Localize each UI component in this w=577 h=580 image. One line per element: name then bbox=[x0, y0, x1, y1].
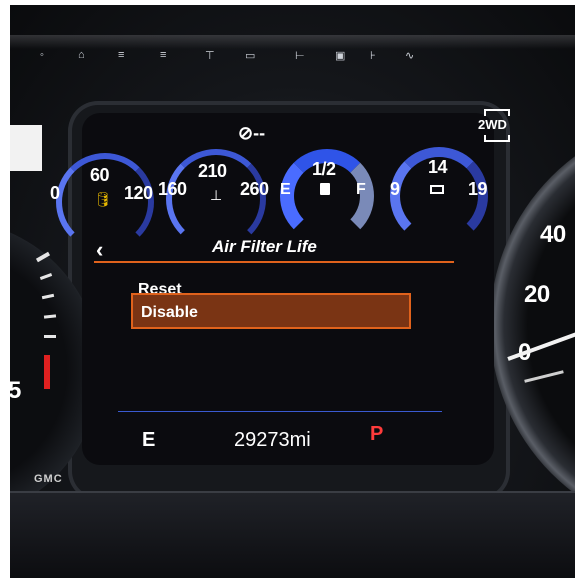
speed-limit-icon: ⊘ bbox=[238, 123, 254, 143]
telltale-strip: ◦ ⌂ ≡ ≡ ⊤ ▭ ⊢ ▣ ⊦ ∿ bbox=[40, 49, 470, 65]
gauge-high-label: 260 bbox=[240, 179, 269, 199]
gauge-low-label: E bbox=[280, 181, 291, 198]
oil-pressure-gauge: 60 0 120 🛢 bbox=[50, 151, 160, 251]
fuel-pump-icon bbox=[320, 183, 330, 195]
gmc-logo: GMC bbox=[34, 473, 63, 485]
glare-patch bbox=[10, 125, 42, 171]
gauge-low-label: 0 bbox=[50, 183, 60, 203]
menu-title: Air Filter Life bbox=[212, 237, 317, 256]
battery-icon bbox=[430, 185, 444, 194]
telltale-icon: ≡ bbox=[160, 49, 167, 61]
gauge-mid-label: 210 bbox=[198, 161, 227, 181]
gauge-mid-label: 1/2 bbox=[312, 159, 336, 179]
speedo-label-20: 20 bbox=[524, 281, 550, 308]
telltale-icon: ◦ bbox=[40, 49, 44, 61]
telltale-icon: ∿ bbox=[405, 50, 415, 62]
telltale-icon: ⊢ bbox=[295, 50, 305, 62]
speedo-label-40: 40 bbox=[540, 221, 566, 248]
gauge-mid-label: 14 bbox=[428, 157, 448, 177]
dash-trim bbox=[10, 491, 575, 578]
tach-partial-label: 5 bbox=[10, 377, 21, 404]
fuel-gauge: 1/2 E F bbox=[276, 147, 376, 243]
dash-highlight bbox=[10, 491, 575, 493]
status-bar: E 29273mi P bbox=[134, 423, 434, 457]
gauge-low-label: 160 bbox=[158, 179, 187, 199]
status-divider bbox=[118, 411, 442, 412]
instrument-cluster-photo: ◦ ⌂ ≡ ≡ ⊤ ▭ ⊢ ▣ ⊦ ∿ 5 40 20 0 ⊘-- bbox=[10, 5, 575, 578]
axle-icon bbox=[484, 135, 510, 142]
gear-indicator: P bbox=[370, 423, 384, 445]
drive-mode-label: 2WD bbox=[478, 117, 507, 132]
telltale-icon: ⌂ bbox=[78, 49, 85, 61]
header-divider bbox=[94, 261, 454, 263]
telltale-icon: ⊤ bbox=[205, 50, 215, 62]
thermometer-icon: ⊥ bbox=[210, 187, 223, 203]
gauge-mid-label: 60 bbox=[90, 165, 110, 185]
tach-ticks bbox=[28, 245, 58, 445]
menu-item-disable[interactable]: Disable bbox=[131, 293, 411, 329]
back-button[interactable]: ‹ bbox=[96, 237, 103, 263]
menu-item-label: Disable bbox=[141, 304, 198, 321]
gauge-high-label: F bbox=[356, 181, 366, 198]
telltale-icon: ⊦ bbox=[370, 50, 376, 62]
odometer: 29273mi bbox=[234, 429, 311, 451]
oil-can-icon: 🛢 bbox=[94, 191, 112, 207]
gauge-low-label: 9 bbox=[390, 179, 400, 199]
axle-icon bbox=[484, 109, 510, 116]
telltale-icon: ≡ bbox=[118, 49, 125, 61]
battery-gauge: 14 9 19 bbox=[384, 145, 494, 245]
drive-mode-indicator: 2WD bbox=[478, 107, 512, 147]
redline-bar bbox=[44, 355, 50, 389]
gauge-high-label: 19 bbox=[468, 179, 488, 199]
cruise-value: -- bbox=[253, 123, 266, 143]
gauge-high-label: 120 bbox=[124, 183, 153, 203]
telltale-icon: ▣ bbox=[335, 50, 346, 62]
cruise-indicator: ⊘-- bbox=[238, 123, 265, 144]
glass-reflection bbox=[10, 35, 575, 49]
telltale-icon: ▭ bbox=[245, 50, 256, 62]
coolant-temp-gauge: 210 160 260 ⊥ bbox=[158, 147, 278, 249]
eco-mode-indicator: E bbox=[142, 429, 156, 451]
